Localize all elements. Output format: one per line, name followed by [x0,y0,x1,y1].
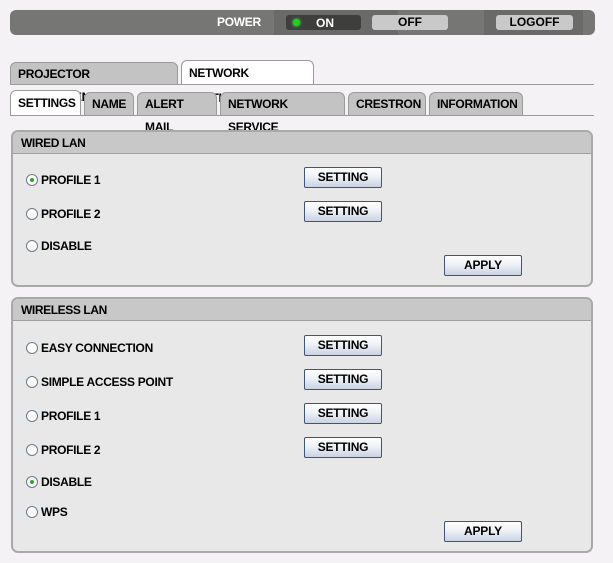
wireless-profile-2-setting-button[interactable]: SETTING [304,437,382,458]
wireless-profile-2-option[interactable]: PROFILE 2 [26,441,101,459]
wireless-wps-option[interactable]: WPS [26,503,68,521]
wired-disable-option[interactable]: DISABLE [26,237,92,255]
wired-lan-title: WIRED LAN [13,132,591,154]
wired-profile-1-option[interactable]: PROFILE 1 [26,171,101,189]
tab-network-service[interactable]: NETWORK SERVICE [220,92,345,134]
tab-projector-adjustment[interactable]: PROJECTOR ADJUSTMENT [10,62,178,104]
wired-profile-2-option[interactable]: PROFILE 2 [26,205,101,223]
radio-icon[interactable] [26,342,38,354]
option-label: PROFILE 1 [41,173,101,187]
option-label: WPS [41,505,68,519]
wireless-simple-access-point-setting-button[interactable]: SETTING [304,369,382,390]
tab-network-settings[interactable]: NETWORK SETTINGS [181,60,314,105]
radio-icon[interactable] [26,410,38,422]
wireless-simple-access-point-option[interactable]: SIMPLE ACCESS POINT [26,373,173,391]
tab-settings[interactable]: SETTINGS [10,90,81,115]
wired-profile-1-setting-button[interactable]: SETTING [304,167,382,188]
main-tabs-divider [10,84,594,85]
option-label: EASY CONNECTION [41,341,153,355]
radio-icon[interactable] [26,444,38,456]
tab-alert-mail[interactable]: ALERT MAIL [137,92,217,134]
wireless-easy-connection-setting-button[interactable]: SETTING [304,335,382,356]
wired-apply-button[interactable]: APPLY [444,255,522,276]
wireless-disable-option[interactable]: DISABLE [26,473,92,491]
radio-icon[interactable] [26,506,38,518]
power-led-icon [293,19,300,26]
tab-name[interactable]: NAME [84,92,134,115]
option-label: DISABLE [41,475,92,489]
wireless-easy-connection-option[interactable]: EASY CONNECTION [26,339,153,357]
sub-tabs: SETTINGS NAME ALERT MAIL NETWORK SERVICE… [10,90,526,134]
option-label: PROFILE 1 [41,409,101,423]
wired-lan-panel: WIRED LAN PROFILE 1 SETTING PROFILE 2 SE… [11,130,593,287]
radio-icon[interactable] [26,240,38,252]
option-label: PROFILE 2 [41,207,101,221]
wireless-lan-panel: WIRELESS LAN EASY CONNECTION SETTING SIM… [11,297,593,553]
power-label: POWER [217,15,261,29]
radio-icon[interactable] [26,208,38,220]
tab-crestron[interactable]: CRESTRON [348,92,426,115]
option-label: DISABLE [41,239,92,253]
wireless-profile-1-option[interactable]: PROFILE 1 [26,407,101,425]
wireless-lan-title: WIRELESS LAN [13,299,591,321]
wireless-profile-1-setting-button[interactable]: SETTING [304,403,382,424]
option-label: SIMPLE ACCESS POINT [41,375,173,389]
power-on-button[interactable]: ON [286,15,361,30]
wireless-apply-button[interactable]: APPLY [444,521,522,542]
logoff-button[interactable]: LOGOFF [496,15,573,30]
radio-icon[interactable] [26,476,38,488]
wired-profile-2-setting-button[interactable]: SETTING [304,201,382,222]
radio-icon[interactable] [26,376,38,388]
power-on-label: ON [316,16,334,30]
sub-tabs-divider [10,115,594,116]
radio-icon[interactable] [26,174,38,186]
main-tabs: PROJECTOR ADJUSTMENT NETWORK SETTINGS [10,60,317,105]
power-off-button[interactable]: OFF [372,15,448,30]
option-label: PROFILE 2 [41,443,101,457]
power-bar: POWER ON OFF LOGOFF [10,10,595,35]
tab-information[interactable]: INFORMATION [429,92,523,115]
